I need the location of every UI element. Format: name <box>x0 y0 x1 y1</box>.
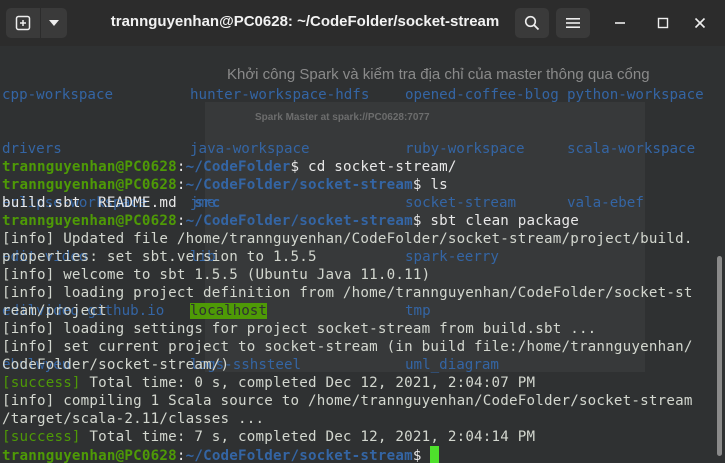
chevron-down-icon <box>49 20 59 26</box>
scrollbar[interactable] <box>717 256 722 456</box>
ls-output-line: build.sbt README.md src <box>2 194 722 212</box>
prompt-path: ~/CodeFolder/socket-stream <box>185 448 413 463</box>
ls-dir: src <box>194 195 221 211</box>
command-line: trannguyenhan@PC0628:~/CodeFolder/socket… <box>2 177 448 193</box>
text-cursor <box>430 446 440 463</box>
prompt-path: ~/CodeFolder/socket-stream <box>185 213 413 229</box>
command-line: trannguyenhan@PC0628:~/CodeFolder/socket… <box>2 213 579 229</box>
tab-menu-dropdown-button[interactable] <box>41 8 67 38</box>
ls-entry: cpp-workspace <box>2 87 114 103</box>
maximize-icon[interactable] <box>653 13 673 33</box>
search-button[interactable] <box>515 8 549 38</box>
log-line: [info] compiling 1 Scala source to /home… <box>2 393 693 409</box>
ls-entry: ruby-workspace <box>405 141 525 157</box>
log-line: [info] welcome to sbt 1.5.5 (Ubuntu Java… <box>2 267 431 283</box>
prompt-path: ~/CodeFolder/socket-stream <box>185 177 413 193</box>
ls-files: build.sbt README.md <box>2 195 195 211</box>
menu-button[interactable] <box>556 8 590 38</box>
command-text: sbt clean package <box>430 213 579 229</box>
new-tab-button[interactable] <box>6 8 40 38</box>
log-line: [info] loading settings for project sock… <box>2 321 597 337</box>
prompt-path: ~/CodeFolder <box>185 159 291 175</box>
ls-entry: drivers <box>2 141 62 157</box>
log-line: CodeFolder/socket-stream/) <box>2 357 230 373</box>
hamburger-menu-icon <box>566 18 580 28</box>
ls-entry: python-workspace <box>567 87 704 103</box>
log-line: properties: set sbt.version to 1.5.5 <box>2 249 317 265</box>
window-title: trannguyenhan@PC0628: ~/CodeFolder/socke… <box>110 13 500 30</box>
ls-entry: scala-workspace <box>567 141 696 157</box>
command-line: trannguyenhan@PC0628:~/CodeFolder$ cd so… <box>2 159 457 175</box>
command-text: cd socket-stream/ <box>307 159 457 175</box>
log-line: /target/scala-2.11/classes ... <box>2 411 265 427</box>
ls-entry: hunter-workspace-hdfs <box>190 87 370 103</box>
minimize-icon[interactable] <box>610 13 630 33</box>
ls-entry: opened-coffee-blog <box>405 87 559 103</box>
new-tab-icon <box>15 15 31 31</box>
log-line: [info] set current project to socket-str… <box>2 339 693 355</box>
terminal-content[interactable]: Khởi công Spark và kiểm tra địa chỉ của … <box>0 46 725 463</box>
log-line: [info] Updated file /home/trannguyenhan/… <box>2 231 693 247</box>
prompt-user: trannguyenhan@PC0628 <box>2 159 177 175</box>
ls-entry: java-workspace <box>190 141 310 157</box>
prompt-user: trannguyenhan@PC0628 <box>2 177 177 193</box>
log-line: [success] Total time: 0 s, completed Dec… <box>2 375 536 391</box>
terminal-output: trannguyenhan@PC0628:~/CodeFolder$ cd so… <box>2 158 722 463</box>
log-line: [success] Total time: 7 s, completed Dec… <box>2 429 536 445</box>
close-icon[interactable] <box>690 13 710 33</box>
title-bar: trannguyenhan@PC0628: ~/CodeFolder/socke… <box>0 0 725 46</box>
active-prompt-line[interactable]: trannguyenhan@PC0628:~/CodeFolder/socket… <box>2 446 722 463</box>
log-line: [info] loading project definition from /… <box>2 285 693 301</box>
prompt-user: trannguyenhan@PC0628 <box>2 213 177 229</box>
log-line: ream/project <box>2 303 107 319</box>
search-icon <box>524 15 540 31</box>
terminal-window: trannguyenhan@PC0628: ~/CodeFolder/socke… <box>0 0 725 463</box>
prompt-user: trannguyenhan@PC0628 <box>2 448 177 463</box>
command-text: ls <box>430 177 448 193</box>
